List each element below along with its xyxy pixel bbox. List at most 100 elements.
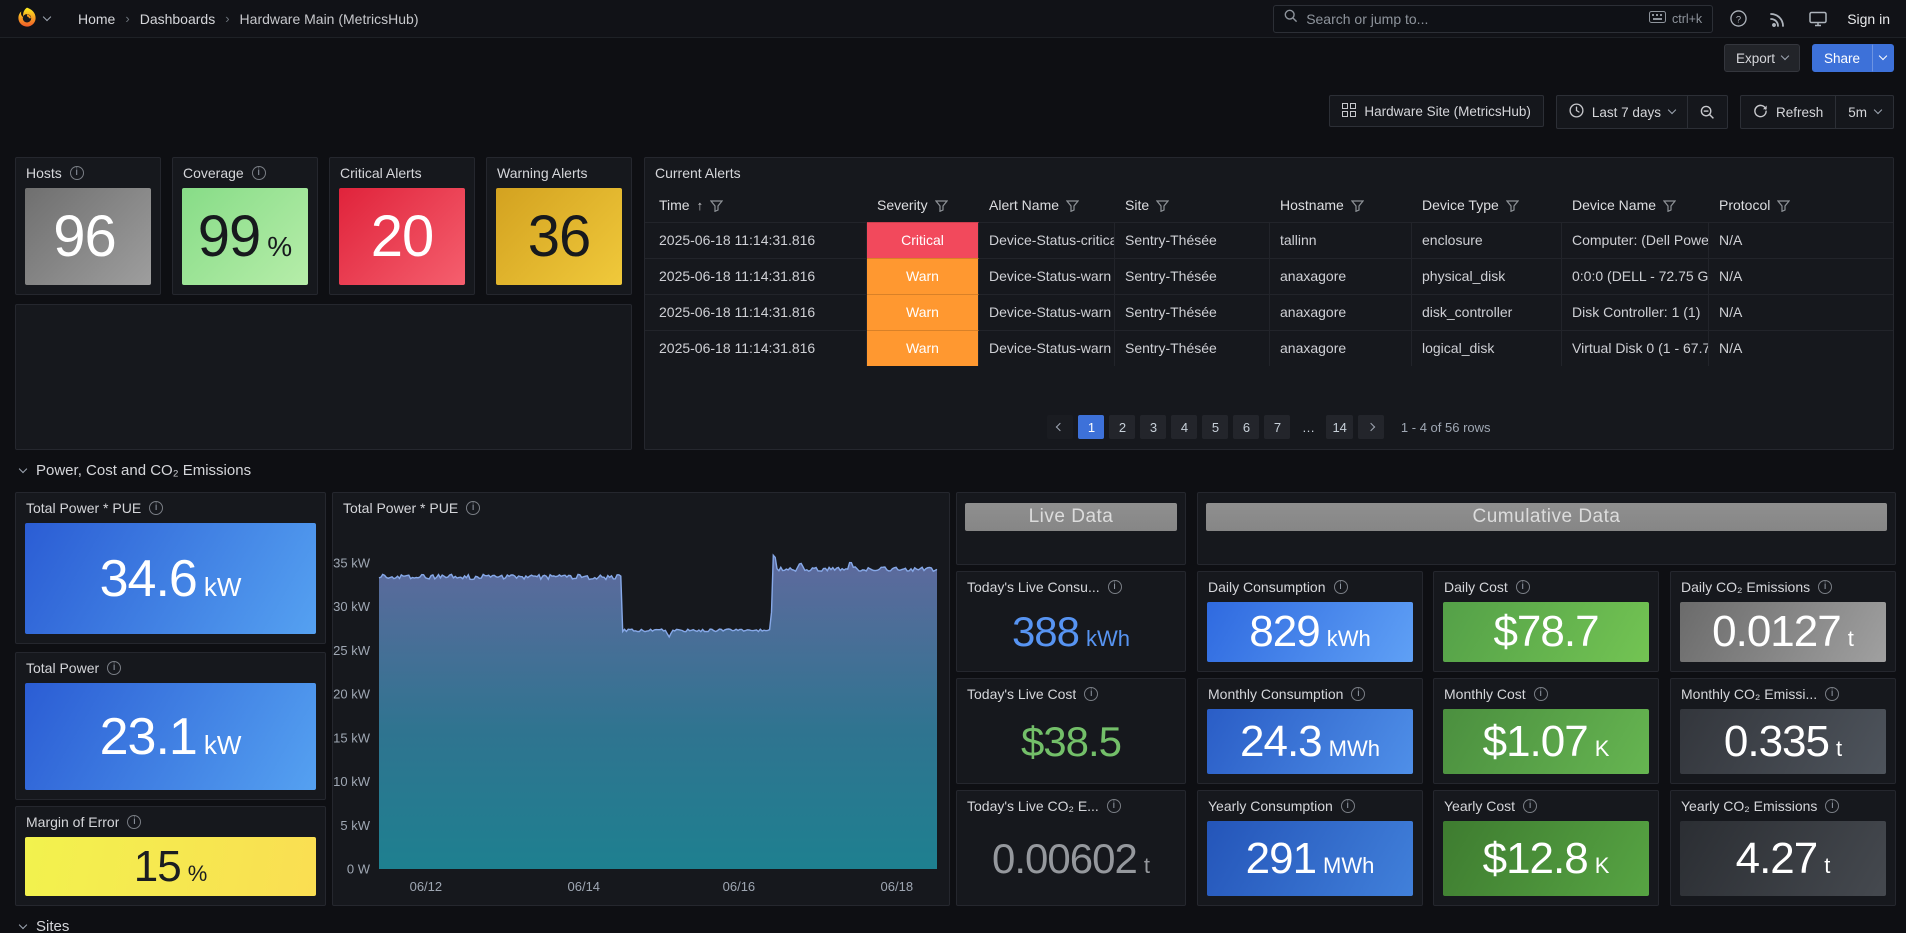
cell-time: 2025-06-18 11:14:31.816 [645,222,867,258]
share-button[interactable]: Share [1812,44,1872,72]
refresh-interval-selector[interactable]: 5m [1836,96,1893,128]
help-button[interactable]: ? [1723,4,1753,34]
cell-device-type: physical_disk [1412,258,1562,294]
power-time-series-chart[interactable]: 0 W5 kW10 kW15 kW20 kW25 kW30 kW35 kW06/… [333,493,951,907]
filter-icon[interactable] [1066,199,1079,212]
live-data-header: Live Data [965,503,1177,531]
info-icon[interactable] [252,166,266,180]
stat-value-area: 829 kWh [1207,602,1413,662]
filter-icon[interactable] [935,199,948,212]
info-icon[interactable] [1107,799,1121,813]
site-variable-selector[interactable]: Hardware Site (MetricsHub) [1329,95,1544,127]
cell-site: Sentry-Thésée [1115,222,1270,258]
refresh-button[interactable]: Refresh [1741,96,1835,128]
time-range-picker[interactable]: Last 7 days [1557,96,1687,128]
export-button[interactable]: Export [1724,44,1800,72]
cell-device-name: 0:0:0 (DELL - 72.75 G [1562,258,1709,294]
info-icon[interactable] [1341,799,1355,813]
column-header-protocol[interactable]: Protocol [1709,188,1893,222]
page-button[interactable]: 7 [1264,415,1290,439]
info-icon[interactable] [1351,687,1365,701]
info-icon[interactable] [1818,580,1832,594]
column-header-hostname[interactable]: Hostname [1270,188,1412,222]
cell-severity: Critical [867,222,979,258]
stat-value-area: 0.0127t [1680,602,1886,662]
stat-value-area: 23.1kW [25,683,316,790]
stat-value-area: 20 [339,188,465,285]
refresh-controls: Refresh 5m [1740,95,1894,129]
filter-icon[interactable] [1777,199,1790,212]
filter-icon[interactable] [1663,199,1676,212]
stat-value-area: $12.8K [1443,821,1649,896]
page-button[interactable]: 5 [1202,415,1228,439]
stat-value-area: $78.7 [1443,602,1649,662]
stat-value-area: 0.00602t [966,821,1176,896]
cell-site: Sentry-Thésée [1115,258,1270,294]
search-bar[interactable]: ctrl+k [1273,5,1713,33]
info-icon[interactable] [127,815,141,829]
breadcrumb-dashboards[interactable]: Dashboards [140,11,216,27]
cell-alert-name: Device-Status-critica [979,222,1115,258]
cell-severity: Warn [867,258,979,294]
sort-ascending-icon[interactable]: ↑ [697,198,704,213]
next-page-button[interactable] [1358,415,1384,439]
stat-value: 4.27 [1736,837,1818,881]
cell-protocol: N/A [1709,258,1893,294]
info-icon[interactable] [1825,687,1839,701]
empty-panel [15,304,632,450]
filter-icon[interactable] [1506,199,1519,212]
keyboard-shortcut: ctrl+k [1649,11,1702,26]
info-icon[interactable] [1334,580,1348,594]
page-button[interactable]: 1 [1078,415,1104,439]
info-icon[interactable] [466,501,480,515]
section-sites-header[interactable]: Sites [20,918,69,933]
info-icon[interactable] [1534,687,1548,701]
panel-title: Yearly CO₂ Emissions [1681,798,1817,814]
stat-panel-todays-live-consumption: Today's Live Consu... 388kWh [956,571,1186,672]
top-nav: Home › Dashboards › Hardware Main (Metri… [0,0,1906,38]
stat-unit: kWh [1327,628,1371,650]
info-icon[interactable] [1108,580,1122,594]
page-button[interactable]: 2 [1109,415,1135,439]
stat-panel-yearly-consumption: Yearly Consumption 291MWh [1197,790,1423,906]
column-header-time[interactable]: Time↑ [645,188,867,222]
filter-icon[interactable] [1351,199,1364,212]
page-button[interactable]: 4 [1171,415,1197,439]
panel-title: Total Power * PUE [26,500,141,516]
stat-value: $38.5 [1021,721,1121,763]
column-header-device-type[interactable]: Device Type [1412,188,1562,222]
chevron-down-icon [1879,52,1887,60]
grafana-logo-button[interactable] [16,6,50,31]
section-power-header[interactable]: Power, Cost and CO₂ Emissions [20,462,251,479]
info-icon[interactable] [1516,580,1530,594]
clock-icon [1569,103,1584,121]
monitor-button[interactable] [1803,4,1833,34]
page-button[interactable]: 6 [1233,415,1259,439]
stat-value: 829 [1249,610,1319,654]
column-header-severity[interactable]: Severity [867,188,979,222]
news-rss-button[interactable] [1763,4,1793,34]
filter-icon[interactable] [1156,199,1169,212]
page-button[interactable]: 3 [1140,415,1166,439]
cell-protocol: N/A [1709,222,1893,258]
info-icon[interactable] [107,661,121,675]
info-icon[interactable] [1825,799,1839,813]
zoom-out-time-button[interactable] [1688,96,1727,128]
page-button[interactable]: 14 [1326,415,1352,439]
stat-value: 20 [371,208,434,266]
info-icon[interactable] [70,166,84,180]
info-icon[interactable] [1523,799,1537,813]
cell-time: 2025-06-18 11:14:31.816 [645,294,867,330]
filter-icon[interactable] [710,199,723,212]
info-icon[interactable] [149,501,163,515]
previous-page-button[interactable] [1047,415,1073,439]
column-header-site[interactable]: Site [1115,188,1270,222]
breadcrumb-home[interactable]: Home [78,11,115,27]
column-header-alert-name[interactable]: Alert Name [979,188,1115,222]
search-input[interactable] [1306,11,1641,27]
info-icon[interactable] [1084,687,1098,701]
sign-in-button[interactable]: Sign in [1847,11,1890,27]
share-menu-button[interactable] [1872,44,1894,72]
column-header-device-name[interactable]: Device Name [1562,188,1709,222]
panel-title: Daily CO₂ Emissions [1681,579,1810,595]
